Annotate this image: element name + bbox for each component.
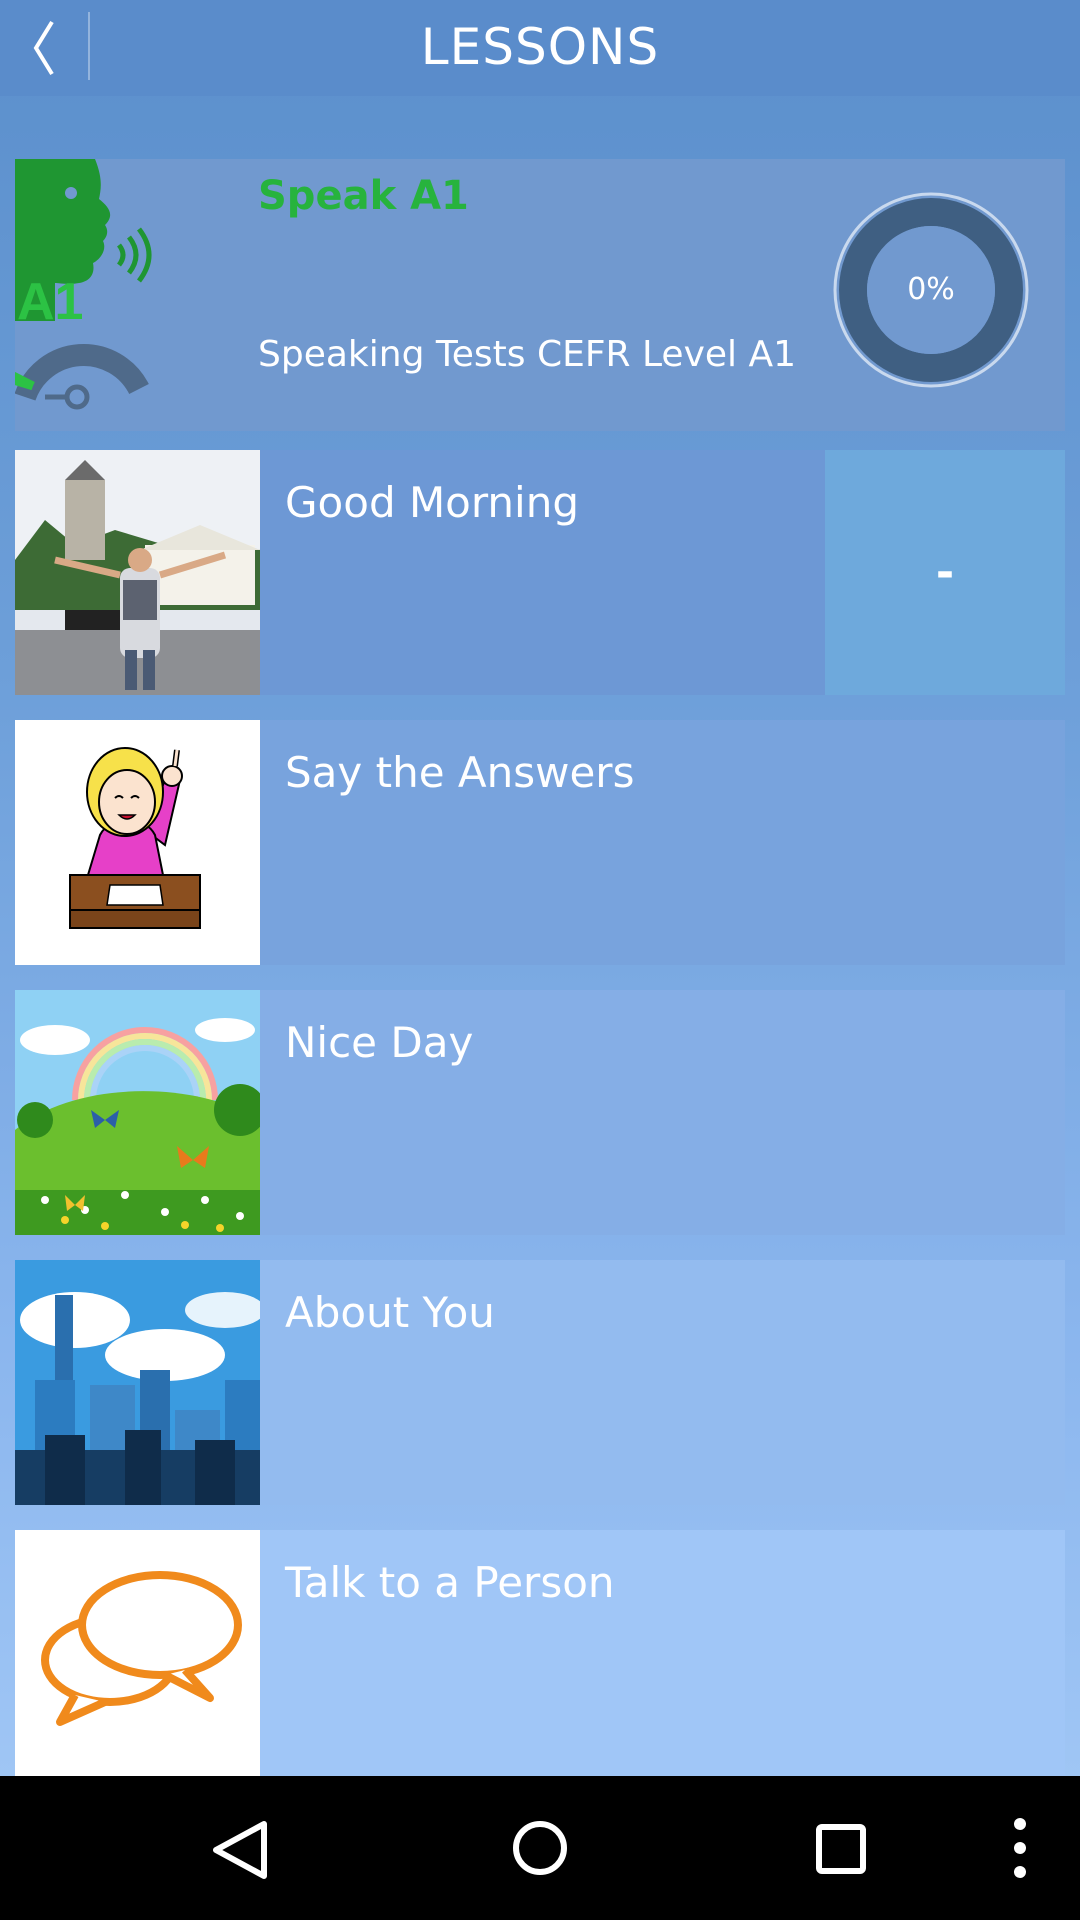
progress-percent: 0%	[907, 272, 955, 307]
home-circle-icon	[513, 1821, 567, 1875]
lesson-label-good-morning: Good Morning	[285, 478, 579, 527]
lesson-thumbnail-talk-to-a-person	[15, 1530, 260, 1776]
lesson-row-about-you[interactable]	[15, 1260, 1065, 1505]
nav-back-button[interactable]	[160, 1776, 320, 1920]
nav-recents-button[interactable]	[760, 1776, 920, 1920]
lesson-thumbnail-about-you	[15, 1260, 260, 1505]
lesson-label-say-the-answers: Say the Answers	[285, 748, 635, 797]
nav-home-button[interactable]	[460, 1776, 620, 1920]
recents-square-icon	[816, 1824, 866, 1874]
lesson-label-about-you: About You	[285, 1288, 495, 1337]
lesson-row-nice-day[interactable]	[15, 990, 1065, 1235]
lesson-thumbnail-nice-day	[15, 990, 260, 1235]
lesson-score: -	[935, 547, 955, 598]
back-triangle-icon	[213, 1821, 267, 1879]
system-navigation-bar	[0, 1776, 1080, 1920]
lesson-thumbnail-good-morning	[15, 450, 260, 695]
course-subtitle: Speaking Tests CEFR Level A1	[258, 334, 797, 375]
more-vert-icon	[1014, 1818, 1026, 1878]
lesson-label-nice-day: Nice Day	[285, 1018, 474, 1067]
lesson-score-cell: -	[825, 450, 1065, 695]
lesson-thumbnail-say-the-answers	[15, 720, 260, 965]
app-bar: LESSONS	[0, 0, 1080, 96]
nav-more-button[interactable]	[960, 1776, 1080, 1920]
logo-badge-text: A1	[17, 273, 83, 331]
course-header-card[interactable]: A1 Speak A1 Speaking Tests CEFR Level A1…	[15, 159, 1065, 431]
lesson-label-talk-to-a-person: Talk to a Person	[285, 1558, 615, 1607]
course-title: Speak A1	[258, 173, 469, 219]
page-title: LESSONS	[420, 18, 660, 76]
speak-a1-logo-icon: A1	[15, 159, 152, 410]
